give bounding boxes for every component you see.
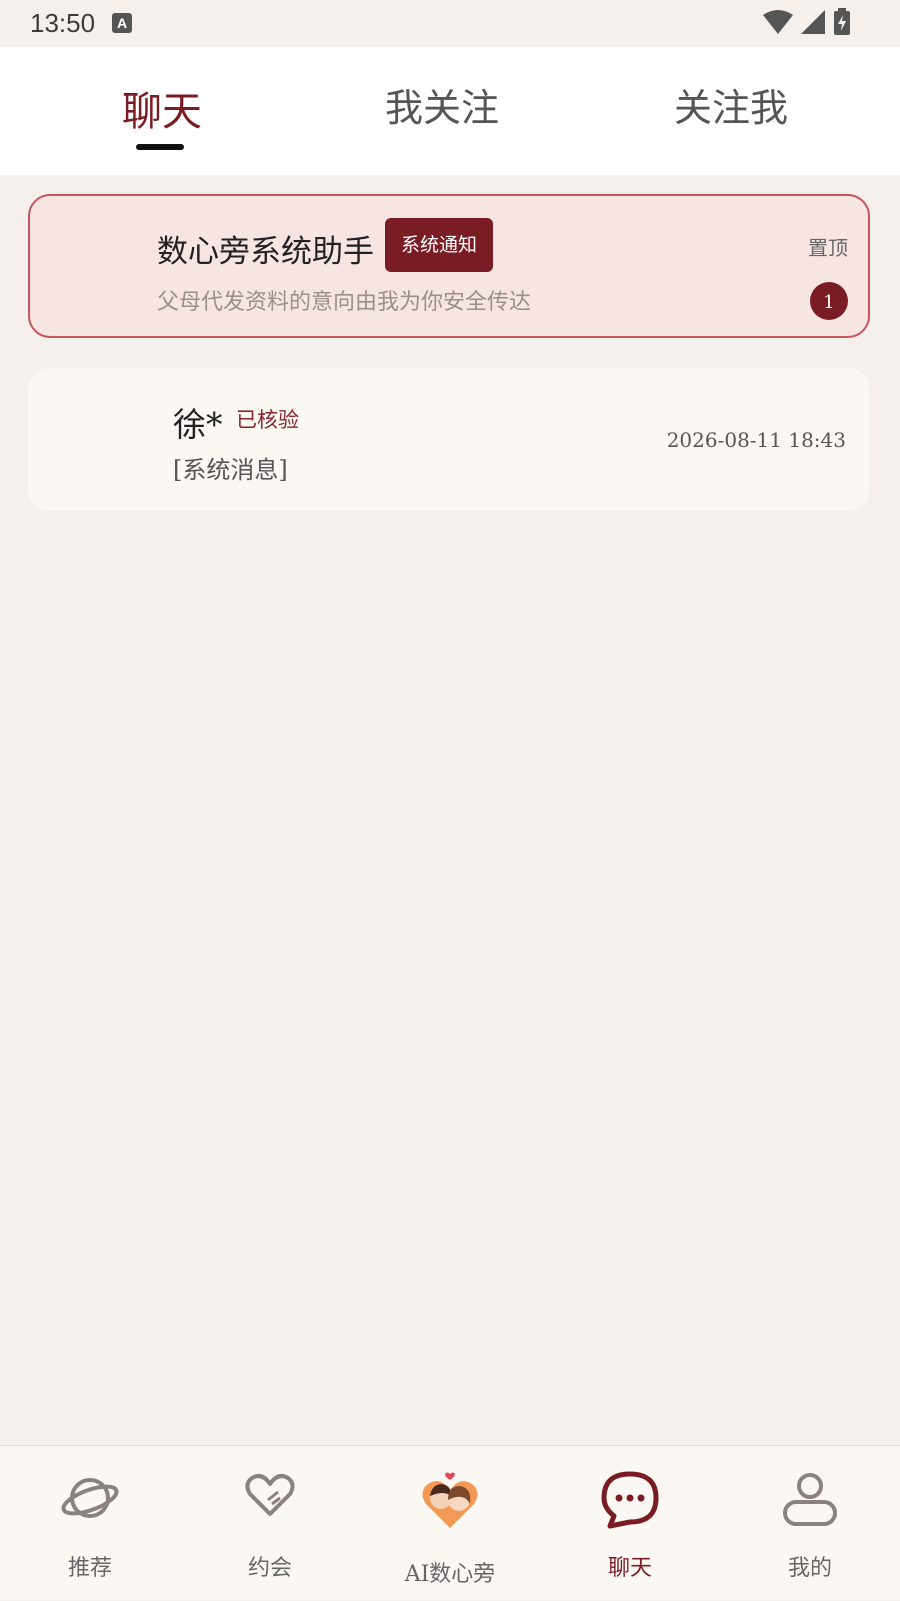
avatar [68,226,148,306]
accessibility-icon: A [112,13,132,33]
chat-list-item[interactable]: 徐* 已核验 [系统消息] 2026-08-11 18:43 [28,368,870,511]
pinned-label: 置顶 [808,236,848,260]
tab-followers[interactable]: 关注我 [674,77,788,132]
top-tabs: 聊天 我关注 关注我 [0,47,900,175]
nav-label: 推荐 [67,1556,112,1581]
couple-icon [422,1472,478,1528]
chat-title: 数心旁系统助手 [157,234,374,270]
status-bar: 13:50 A [0,0,900,47]
contact-name: 徐* [173,405,223,444]
person-icon [783,1473,837,1526]
signal-icon [801,10,825,34]
wifi-icon [763,10,793,34]
nav-date[interactable]: 约会 [180,1446,360,1601]
bottom-nav: 推荐 约会 AI数心旁 聊天 我的 [0,1445,900,1600]
nav-chat[interactable]: 聊天 [540,1446,720,1601]
pinned-chat-card[interactable]: 数心旁系统助手 系统通知 父母代发资料的意向由我为你安全传达 置顶 1 [28,194,870,338]
nav-ai-assistant[interactable]: AI数心旁 [360,1446,540,1601]
tab-following[interactable]: 我关注 [385,77,499,132]
battery-icon [834,8,850,35]
nav-recommend[interactable]: 推荐 [0,1446,180,1601]
status-time: 13:50 [30,8,96,38]
chat-timestamp: 2026-08-11 18:43 [666,428,846,452]
chat-preview: 父母代发资料的意向由我为你安全传达 [157,290,532,315]
nav-label: 约会 [247,1556,292,1581]
tab-indicator [136,144,184,150]
system-notice-badge: 系统通知 [385,218,493,272]
nav-label: 我的 [787,1556,832,1581]
nav-label: 聊天 [607,1556,652,1581]
nav-profile[interactable]: 我的 [720,1446,900,1601]
nav-label: AI数心旁 [404,1562,496,1587]
heart-icon [245,1474,295,1516]
chat-preview: [系统消息] [173,456,288,484]
verified-label: 已核验 [236,408,299,432]
avatar [66,398,146,478]
unread-count-badge: 1 [810,282,848,320]
status-icons [762,8,852,36]
planet-icon [61,1478,119,1518]
chat-bubble-icon [601,1471,659,1529]
tab-chat[interactable]: 聊天 [122,79,202,137]
